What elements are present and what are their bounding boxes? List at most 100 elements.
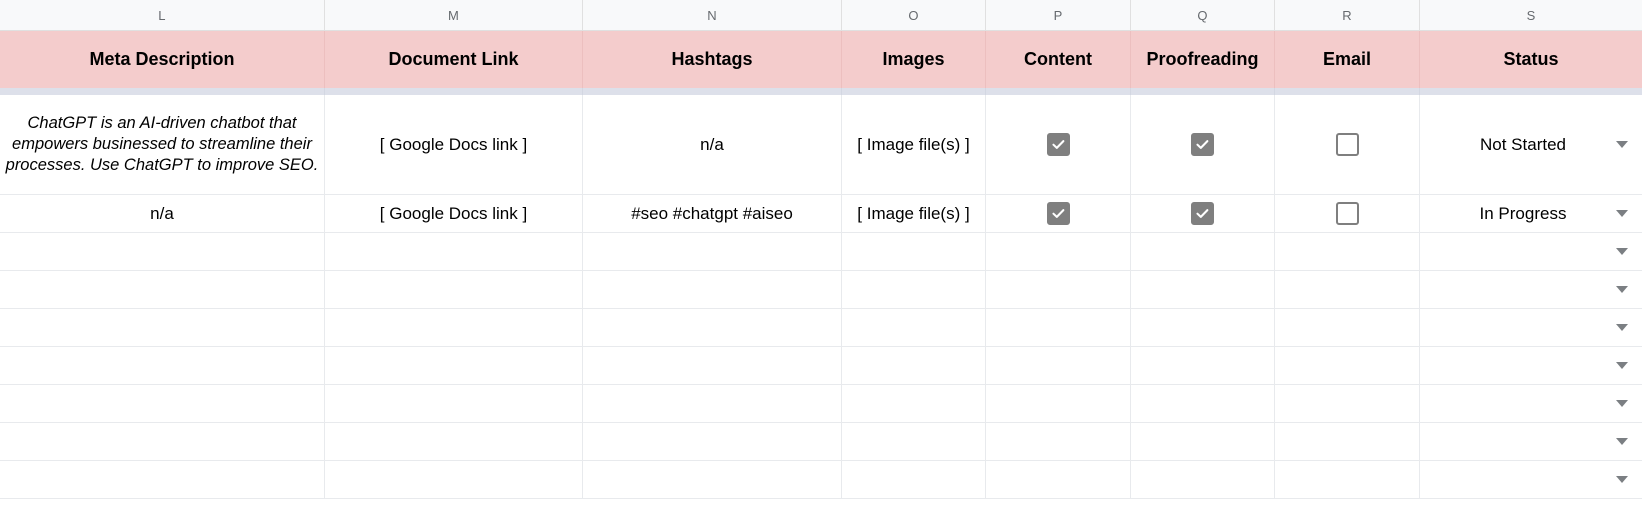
- cell-status-dropdown[interactable]: [1420, 309, 1642, 346]
- cell-empty[interactable]: [1275, 271, 1420, 308]
- cell-empty[interactable]: [583, 271, 842, 308]
- cell-empty[interactable]: [0, 423, 325, 460]
- cell-empty[interactable]: [0, 271, 325, 308]
- cell-empty[interactable]: [842, 461, 986, 498]
- cell-empty[interactable]: [325, 309, 583, 346]
- column-header-proofreading[interactable]: Proofreading: [1131, 31, 1275, 88]
- cell-proofreading-checkbox[interactable]: [1131, 195, 1275, 232]
- cell-status-dropdown[interactable]: [1420, 385, 1642, 422]
- cell-empty[interactable]: [583, 233, 842, 270]
- cell-empty[interactable]: [1275, 461, 1420, 498]
- column-letter-q[interactable]: Q: [1131, 0, 1275, 30]
- cell-empty[interactable]: [1275, 423, 1420, 460]
- cell-empty[interactable]: [583, 461, 842, 498]
- cell-empty[interactable]: [1275, 385, 1420, 422]
- chevron-down-icon[interactable]: [1616, 141, 1628, 148]
- cell-empty[interactable]: [842, 233, 986, 270]
- column-header-images[interactable]: Images: [842, 31, 986, 88]
- cell-empty[interactable]: [325, 385, 583, 422]
- checkbox-unchecked-icon[interactable]: [1335, 202, 1359, 225]
- cell-meta-description[interactable]: ChatGPT is an AI-driven chatbot that emp…: [0, 95, 325, 194]
- column-header-document-link[interactable]: Document Link: [325, 31, 583, 88]
- column-header-hashtags[interactable]: Hashtags: [583, 31, 842, 88]
- cell-content-checkbox[interactable]: [986, 195, 1131, 232]
- column-letter-r[interactable]: R: [1275, 0, 1420, 30]
- cell-hashtags[interactable]: #seo #chatgpt #aiseo: [583, 195, 842, 232]
- cell-email-checkbox[interactable]: [1275, 95, 1420, 194]
- cell-empty[interactable]: [1131, 461, 1275, 498]
- cell-empty[interactable]: [325, 461, 583, 498]
- cell-empty[interactable]: [842, 271, 986, 308]
- cell-images[interactable]: [ Image file(s) ]: [842, 195, 986, 232]
- cell-empty[interactable]: [1131, 309, 1275, 346]
- cell-empty[interactable]: [1131, 385, 1275, 422]
- cell-empty[interactable]: [325, 423, 583, 460]
- chevron-down-icon[interactable]: [1616, 210, 1628, 217]
- cell-status-dropdown[interactable]: In Progress: [1420, 195, 1642, 232]
- column-letter-o[interactable]: O: [842, 0, 986, 30]
- cell-status-dropdown[interactable]: Not Started: [1420, 95, 1642, 194]
- checkbox-checked-icon[interactable]: [1191, 133, 1214, 156]
- column-letter-l[interactable]: L: [0, 0, 325, 30]
- cell-empty[interactable]: [842, 347, 986, 384]
- chevron-down-icon[interactable]: [1616, 362, 1628, 369]
- chevron-down-icon[interactable]: [1616, 438, 1628, 445]
- cell-status-dropdown[interactable]: [1420, 461, 1642, 498]
- cell-empty[interactable]: [986, 233, 1131, 270]
- cell-hashtags[interactable]: n/a: [583, 95, 842, 194]
- column-letter-p[interactable]: P: [986, 0, 1131, 30]
- cell-empty[interactable]: [325, 233, 583, 270]
- column-letter-m[interactable]: M: [325, 0, 583, 30]
- cell-empty[interactable]: [325, 271, 583, 308]
- cell-empty[interactable]: [1131, 271, 1275, 308]
- cell-empty[interactable]: [986, 309, 1131, 346]
- cell-status-dropdown[interactable]: [1420, 233, 1642, 270]
- cell-empty[interactable]: [0, 233, 325, 270]
- cell-empty[interactable]: [986, 271, 1131, 308]
- cell-empty[interactable]: [986, 385, 1131, 422]
- chevron-down-icon[interactable]: [1616, 248, 1628, 255]
- cell-empty[interactable]: [1275, 309, 1420, 346]
- cell-meta-description[interactable]: n/a: [0, 195, 325, 232]
- cell-empty[interactable]: [583, 423, 842, 460]
- cell-empty[interactable]: [583, 309, 842, 346]
- column-header-status[interactable]: Status: [1420, 31, 1642, 88]
- column-letter-s[interactable]: S: [1420, 0, 1642, 30]
- cell-empty[interactable]: [0, 385, 325, 422]
- cell-document-link[interactable]: [ Google Docs link ]: [325, 95, 583, 194]
- cell-images[interactable]: [ Image file(s) ]: [842, 95, 986, 194]
- column-header-meta-description[interactable]: Meta Description: [0, 31, 325, 88]
- cell-empty[interactable]: [842, 423, 986, 460]
- cell-empty[interactable]: [0, 461, 325, 498]
- cell-empty[interactable]: [1131, 423, 1275, 460]
- cell-status-dropdown[interactable]: [1420, 423, 1642, 460]
- cell-empty[interactable]: [986, 347, 1131, 384]
- chevron-down-icon[interactable]: [1616, 286, 1628, 293]
- cell-empty[interactable]: [842, 309, 986, 346]
- checkbox-checked-icon[interactable]: [1191, 202, 1214, 225]
- cell-status-dropdown[interactable]: [1420, 271, 1642, 308]
- checkbox-checked-icon[interactable]: [1046, 133, 1070, 156]
- cell-empty[interactable]: [583, 347, 842, 384]
- cell-document-link[interactable]: [ Google Docs link ]: [325, 195, 583, 232]
- cell-empty[interactable]: [986, 461, 1131, 498]
- column-header-content[interactable]: Content: [986, 31, 1131, 88]
- chevron-down-icon[interactable]: [1616, 476, 1628, 483]
- cell-empty[interactable]: [1275, 347, 1420, 384]
- cell-empty[interactable]: [1131, 347, 1275, 384]
- cell-empty[interactable]: [0, 309, 325, 346]
- cell-empty[interactable]: [986, 423, 1131, 460]
- cell-status-dropdown[interactable]: [1420, 347, 1642, 384]
- cell-email-checkbox[interactable]: [1275, 195, 1420, 232]
- cell-empty[interactable]: [1131, 233, 1275, 270]
- cell-content-checkbox[interactable]: [986, 95, 1131, 194]
- chevron-down-icon[interactable]: [1616, 400, 1628, 407]
- cell-proofreading-checkbox[interactable]: [1131, 95, 1275, 194]
- checkbox-checked-icon[interactable]: [1046, 202, 1070, 225]
- column-header-email[interactable]: Email: [1275, 31, 1420, 88]
- chevron-down-icon[interactable]: [1616, 324, 1628, 331]
- cell-empty[interactable]: [0, 347, 325, 384]
- cell-empty[interactable]: [583, 385, 842, 422]
- cell-empty[interactable]: [325, 347, 583, 384]
- checkbox-unchecked-icon[interactable]: [1335, 133, 1359, 156]
